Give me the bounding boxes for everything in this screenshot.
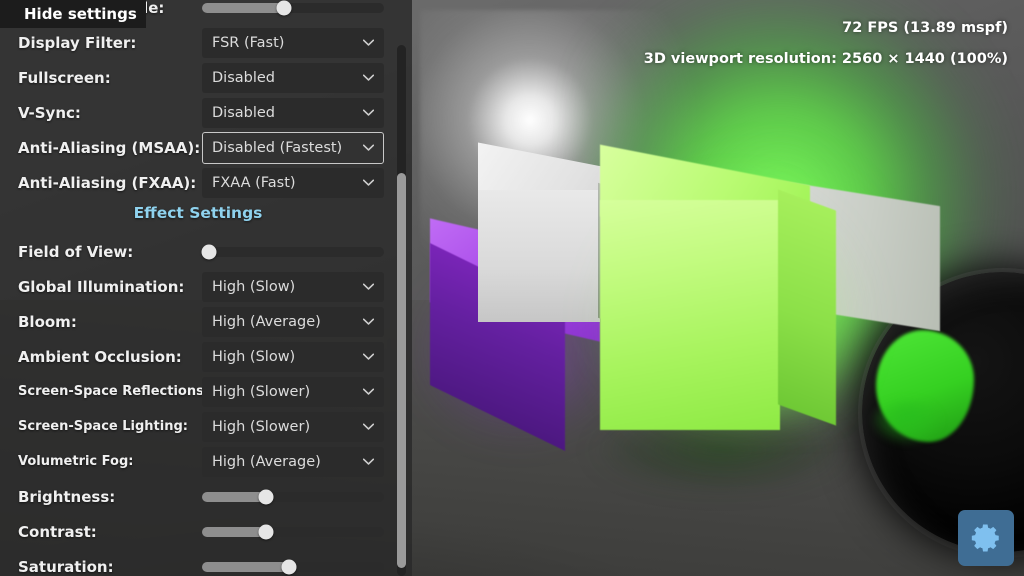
chevron-down-icon xyxy=(363,39,374,46)
hide-settings-tooltip: Hide settings xyxy=(0,0,146,28)
select-value-display-filter: FSR (Fast) xyxy=(203,35,284,51)
select-value-screen-space-lighting: High (Slower) xyxy=(203,419,310,435)
slider-resolution-scale[interactable] xyxy=(202,0,384,18)
select-screen-space-reflections[interactable]: High (Slower) xyxy=(202,377,384,407)
slider-field-of-view[interactable] xyxy=(202,242,384,262)
settings-row-saturation: Saturation: xyxy=(0,549,412,576)
label-display-filter: Display Filter: xyxy=(18,34,136,52)
settings-row-display-filter: Display Filter: FSR (Fast) xyxy=(0,25,412,60)
select-bloom[interactable]: High (Average) xyxy=(202,307,384,337)
slider-knob-contrast[interactable] xyxy=(258,524,273,539)
slider-knob-brightness[interactable] xyxy=(258,489,273,504)
select-value-bloom: High (Average) xyxy=(203,314,321,330)
select-value-ambient-occlusion: High (Slow) xyxy=(203,349,295,365)
select-fullscreen[interactable]: Disabled xyxy=(202,63,384,93)
settings-panel: Resolution Scale:Display Filter:FSR (Fas… xyxy=(0,0,412,576)
effect-settings-header: Effect Settings xyxy=(0,204,396,222)
chevron-down-icon xyxy=(363,423,374,430)
chevron-down-icon xyxy=(363,388,374,395)
chevron-down-icon xyxy=(363,318,374,325)
label-screen-space-reflections: Screen-Space Reflections: xyxy=(18,384,209,399)
settings-row-global-illumination: Global Illumination: High (Slow) xyxy=(0,269,412,304)
label-anti-aliasing-msaa: Anti-Aliasing (MSAA): xyxy=(18,139,200,157)
label-contrast: Contrast: xyxy=(18,523,97,541)
chevron-down-icon xyxy=(363,109,374,116)
slider-fill-resolution-scale xyxy=(202,3,284,13)
chevron-down-icon xyxy=(363,458,374,465)
select-value-v-sync: Disabled xyxy=(203,105,275,121)
select-anti-aliasing-fxaa[interactable]: FXAA (Fast) xyxy=(202,168,384,198)
tooltip-label: Hide settings xyxy=(0,5,137,23)
select-anti-aliasing-msaa[interactable]: Disabled (Fastest) xyxy=(202,132,384,164)
chevron-down-icon xyxy=(363,353,374,360)
chevron-down-icon xyxy=(363,179,374,186)
select-value-volumetric-fog: High (Average) xyxy=(203,454,321,470)
slider-contrast[interactable] xyxy=(202,522,384,542)
chevron-down-icon xyxy=(363,283,374,290)
settings-row-field-of-view: Field of View: xyxy=(0,234,412,269)
settings-row-anti-aliasing-fxaa: Anti-Aliasing (FXAA): FXAA (Fast) xyxy=(0,165,412,200)
label-v-sync: V-Sync: xyxy=(18,104,81,122)
select-value-global-illumination: High (Slow) xyxy=(203,279,295,295)
settings-row-screen-space-lighting: Screen-Space Lighting: High (Slower) xyxy=(0,409,412,444)
label-anti-aliasing-fxaa: Anti-Aliasing (FXAA): xyxy=(18,174,196,192)
label-ambient-occlusion: Ambient Occlusion: xyxy=(18,348,182,366)
settings-row-volumetric-fog: Volumetric Fog: High (Average) xyxy=(0,444,412,479)
select-global-illumination[interactable]: High (Slow) xyxy=(202,272,384,302)
label-fullscreen: Fullscreen: xyxy=(18,69,111,87)
label-field-of-view: Field of View: xyxy=(18,243,133,261)
settings-rows-container: Resolution Scale:Display Filter:FSR (Fas… xyxy=(0,0,412,576)
slider-knob-saturation[interactable] xyxy=(282,559,297,574)
settings-row-contrast: Contrast: xyxy=(0,514,412,549)
select-screen-space-lighting[interactable]: High (Slower) xyxy=(202,412,384,442)
settings-row-fullscreen: Fullscreen: Disabled xyxy=(0,60,412,95)
label-brightness: Brightness: xyxy=(18,488,115,506)
slider-fill-saturation xyxy=(202,562,289,572)
select-v-sync[interactable]: Disabled xyxy=(202,98,384,128)
settings-row-screen-space-reflections: Screen-Space Reflections:High (Slower) xyxy=(0,374,412,409)
slider-fill-contrast xyxy=(202,527,266,537)
label-volumetric-fog: Volumetric Fog: xyxy=(18,454,133,469)
select-value-fullscreen: Disabled xyxy=(203,70,275,86)
select-value-anti-aliasing-fxaa: FXAA (Fast) xyxy=(203,175,296,191)
label-saturation: Saturation: xyxy=(18,558,114,576)
label-bloom: Bloom: xyxy=(18,313,77,331)
select-value-screen-space-reflections: High (Slower) xyxy=(203,384,310,400)
select-value-anti-aliasing-msaa: Disabled (Fastest) xyxy=(203,140,342,156)
gear-icon xyxy=(969,521,1003,555)
slider-knob-resolution-scale[interactable] xyxy=(276,0,291,15)
chevron-down-icon xyxy=(363,74,374,81)
slider-knob-field-of-view[interactable] xyxy=(202,244,217,259)
select-ambient-occlusion[interactable]: High (Slow) xyxy=(202,342,384,372)
slider-fill-brightness xyxy=(202,492,266,502)
settings-toggle-button[interactable] xyxy=(958,510,1014,566)
settings-row-bloom: Bloom: High (Average) xyxy=(0,304,412,339)
label-screen-space-lighting: Screen-Space Lighting: xyxy=(18,419,188,434)
settings-scrollbar-thumb[interactable] xyxy=(397,173,406,568)
app-root: 72 FPS (13.89 mspf) 3D viewport resoluti… xyxy=(0,0,1024,576)
select-volumetric-fog[interactable]: High (Average) xyxy=(202,447,384,477)
settings-row-anti-aliasing-msaa: Anti-Aliasing (MSAA):Disabled (Fastest) xyxy=(0,130,412,165)
slider-saturation[interactable] xyxy=(202,557,384,576)
label-global-illumination: Global Illumination: xyxy=(18,278,184,296)
settings-row-v-sync: V-Sync: Disabled xyxy=(0,95,412,130)
slider-track-field-of-view xyxy=(202,247,384,257)
select-display-filter[interactable]: FSR (Fast) xyxy=(202,28,384,58)
chevron-down-icon xyxy=(363,144,374,151)
settings-row-brightness: Brightness: xyxy=(0,479,412,514)
slider-brightness[interactable] xyxy=(202,487,384,507)
settings-row-ambient-occlusion: Ambient Occlusion: High (Slow) xyxy=(0,339,412,374)
